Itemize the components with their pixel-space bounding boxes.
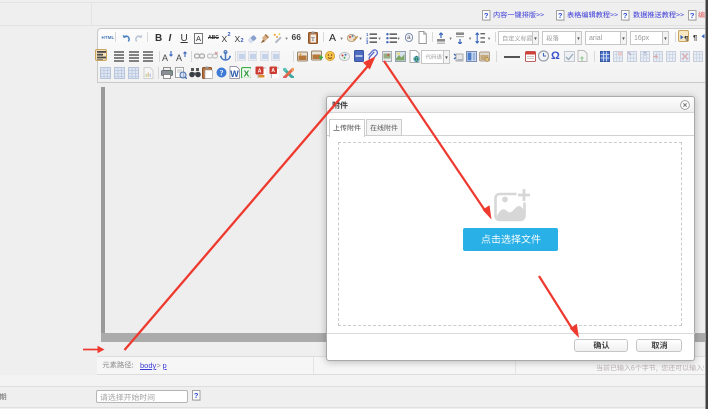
svg-text:X: X: [244, 69, 250, 79]
svg-text:¶: ¶: [693, 33, 697, 41]
svg-text:3: 3: [366, 40, 369, 44]
svg-text:A: A: [271, 68, 275, 74]
svg-text:¶: ¶: [684, 34, 688, 41]
svg-text:?: ?: [484, 11, 489, 20]
svg-text:A: A: [162, 53, 168, 63]
svg-text:?: ?: [194, 391, 199, 400]
svg-text:W: W: [230, 69, 239, 79]
svg-text:?: ?: [220, 69, 224, 78]
svg-text:?: ?: [558, 11, 563, 20]
svg-text:A: A: [258, 69, 262, 75]
svg-text:?: ?: [623, 11, 628, 20]
svg-text:T: T: [311, 37, 315, 43]
svg-text:A: A: [176, 53, 182, 63]
svg-text:?: ?: [689, 11, 694, 20]
